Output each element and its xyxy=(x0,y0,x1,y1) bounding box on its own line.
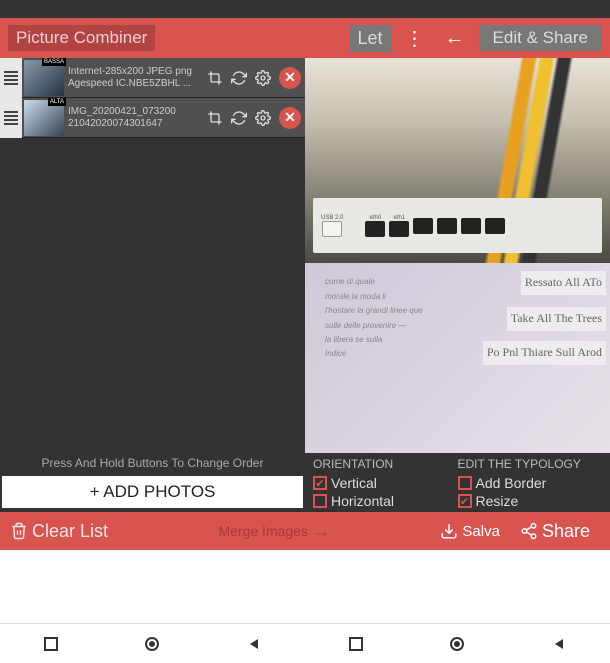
clear-list-button[interactable]: Clear List xyxy=(0,521,118,542)
orientation-horizontal[interactable]: Horizontal xyxy=(313,492,458,510)
share-button[interactable]: Share xyxy=(510,521,610,542)
checkbox-icon[interactable] xyxy=(313,476,327,490)
trash-icon xyxy=(10,522,28,540)
quality-badge: ALTA xyxy=(48,98,66,106)
options-area: ORIENTATION Vertical Horizontal EDIT THE… xyxy=(305,453,610,512)
main-area: BASSA Internet-285x200 JPEG png Agespeed… xyxy=(0,58,610,512)
option-label: Horizontal xyxy=(331,493,394,509)
edit-share-label: Edit & Share xyxy=(479,25,602,51)
typology-group: EDIT THE TYPOLOGY Add Border Resize xyxy=(458,457,603,510)
crop-icon[interactable] xyxy=(207,110,223,126)
option-resize[interactable]: Resize xyxy=(458,492,603,510)
filename-line1: IMG_20200421_073200 xyxy=(68,106,207,118)
nav-back-icon[interactable] xyxy=(244,634,264,654)
android-nav-bar xyxy=(0,623,610,663)
rotate-icon[interactable] xyxy=(231,70,247,86)
overlay-text: Take All The Trees xyxy=(507,307,606,331)
checkbox-icon[interactable] xyxy=(313,494,327,508)
overlay-text: Po Pnl Thiare Sull Arod xyxy=(483,341,606,365)
share-icon xyxy=(520,522,538,540)
save-button[interactable]: Salva xyxy=(430,522,510,540)
option-label: Vertical xyxy=(331,475,377,491)
gear-icon[interactable] xyxy=(255,70,271,86)
typology-header: EDIT THE TYPOLOGY xyxy=(458,457,603,474)
drag-handle-icon[interactable] xyxy=(0,98,22,138)
preview-image-2: come di quale morale la moda li l'hostar… xyxy=(305,263,610,453)
gear-icon[interactable] xyxy=(255,110,271,126)
preview-image-1: USB 2.0 eth0 eth1 xyxy=(305,58,610,263)
remove-photo-button[interactable]: ✕ xyxy=(279,67,301,89)
preview-panel: USB 2.0 eth0 eth1 come di quale morale l… xyxy=(305,58,610,512)
photo-row[interactable]: BASSA Internet-285x200 JPEG png Agespeed… xyxy=(0,58,305,98)
let-label: Let xyxy=(350,25,391,52)
photo-row[interactable]: ALTA IMG_20200421_073200 210420200743016… xyxy=(0,98,305,138)
file-info: IMG_20200421_073200 21042020074301647 xyxy=(66,106,207,130)
nav-recent-icon[interactable] xyxy=(346,634,366,654)
orientation-group: ORIENTATION Vertical Horizontal xyxy=(313,457,458,510)
nav-back-icon[interactable] xyxy=(549,634,569,654)
status-bar xyxy=(0,0,610,18)
crop-icon[interactable] xyxy=(207,70,223,86)
arrow-right-icon: → xyxy=(312,521,330,542)
rotate-icon[interactable] xyxy=(231,110,247,126)
orientation-header: ORIENTATION xyxy=(313,457,458,474)
checkbox-icon[interactable] xyxy=(458,476,472,490)
checkbox-icon[interactable] xyxy=(458,494,472,508)
download-icon xyxy=(440,522,458,540)
option-label: Resize xyxy=(476,493,519,509)
option-label: Add Border xyxy=(476,475,547,491)
remove-photo-button[interactable]: ✕ xyxy=(279,107,301,129)
quality-badge: BASSA xyxy=(42,58,66,66)
filename-line2: 21042020074301647 xyxy=(68,118,207,130)
back-icon[interactable]: ← xyxy=(439,27,471,50)
merge-images-button[interactable]: Merge Images → xyxy=(118,521,430,542)
footer-bar: Clear List Merge Images → Salva Share xyxy=(0,512,610,550)
nav-home-icon[interactable] xyxy=(447,634,467,654)
option-add-border[interactable]: Add Border xyxy=(458,474,603,492)
orientation-vertical[interactable]: Vertical xyxy=(313,474,458,492)
file-info: Internet-285x200 JPEG png Agespeed IC.NB… xyxy=(66,66,207,90)
add-photos-button[interactable]: + ADD PHOTOS xyxy=(2,476,303,508)
photo-list-panel: BASSA Internet-285x200 JPEG png Agespeed… xyxy=(0,58,305,512)
drag-handle-icon[interactable] xyxy=(0,58,22,98)
photo-thumbnail[interactable]: BASSA xyxy=(24,60,64,96)
reorder-hint: Press And Hold Buttons To Change Order xyxy=(0,452,305,474)
overlay-text: Ressato All ATo xyxy=(521,271,606,295)
app-title: Picture Combiner xyxy=(8,25,155,51)
app-header: Picture Combiner Let ⋮ ← Edit & Share xyxy=(0,18,610,58)
more-icon[interactable]: ⋮ xyxy=(399,26,431,51)
filename-line1: Internet-285x200 JPEG png xyxy=(68,66,207,78)
filename-line2: Agespeed IC.NBE5ZBHL ... xyxy=(68,78,207,90)
combined-preview[interactable]: USB 2.0 eth0 eth1 come di quale morale l… xyxy=(305,58,610,453)
photo-thumbnail[interactable]: ALTA xyxy=(24,100,64,136)
nav-recent-icon[interactable] xyxy=(41,634,61,654)
nav-home-icon[interactable] xyxy=(142,634,162,654)
